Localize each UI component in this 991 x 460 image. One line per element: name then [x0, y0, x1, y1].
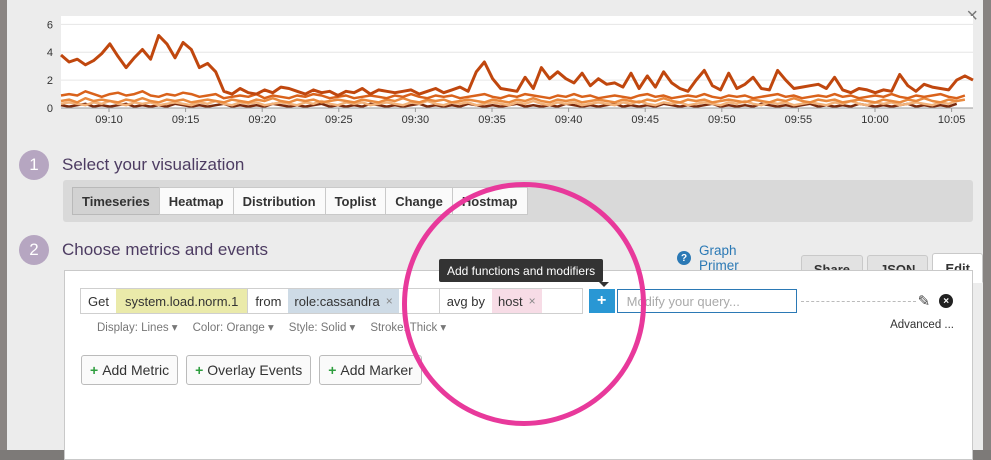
plus-icon: + [90, 362, 99, 378]
from-label: from [255, 293, 282, 309]
viz-tab-change[interactable]: Change [385, 187, 453, 215]
scope-tag-label: role:cassandra [294, 293, 380, 309]
chart-x-tick-label: 09:35 [478, 114, 506, 126]
stroke-option[interactable]: Stroke: Thick ▾ [370, 320, 446, 334]
viz-tab-distribution[interactable]: Distribution [232, 187, 326, 215]
chart-x-tick-label: 10:00 [861, 114, 889, 126]
chart-y-tick-label: 0 [47, 103, 53, 115]
viz-tab-toplist[interactable]: Toplist [324, 187, 387, 215]
color-option[interactable]: Color: Orange ▾ [193, 320, 274, 334]
chart-y-tick-label: 2 [47, 75, 53, 87]
step-1: 1 Select your visualization [19, 150, 244, 180]
overlay-events-label: Overlay Events [207, 362, 303, 378]
step-1-number: 1 [19, 150, 49, 180]
chart-x-tick-label: 10:05 [938, 114, 966, 126]
add-metric-button[interactable]: + Add Metric [81, 355, 179, 385]
tooltip: Add functions and modifiers [439, 259, 610, 287]
chart-x-tick-label: 09:40 [555, 114, 583, 126]
color-value: Orange ▾ [226, 322, 274, 334]
query-row: Get system.load.norm.1 from role:cassand… [80, 288, 954, 314]
graph-primer-link[interactable]: ? Graph Primer [677, 243, 780, 273]
pencil-icon[interactable]: ✎ [918, 292, 931, 310]
step-1-title: Select your visualization [62, 155, 245, 174]
chart-x-tick-label: 09:20 [248, 114, 276, 126]
group-tag-label: host [498, 293, 523, 309]
chart-x-tick-label: 09:50 [708, 114, 736, 126]
metric-name-chip[interactable]: system.load.norm.1 [115, 289, 248, 313]
step-2-title: Choose metrics and events [62, 240, 268, 259]
chart-y-tick-label: 4 [47, 47, 53, 59]
plus-icon: + [195, 362, 204, 378]
viz-tab-hostmap[interactable]: Hostmap [451, 187, 528, 215]
chart-x-tick-label: 09:15 [172, 114, 200, 126]
modify-query-input[interactable]: Modify your query... [616, 289, 797, 313]
scope-tag-chip[interactable]: role:cassandra × [288, 289, 399, 313]
add-function-button[interactable]: + [588, 289, 615, 313]
add-metric-label: Add Metric [102, 362, 170, 378]
add-actions: + Add Metric + Overlay Events + Add Marker [81, 355, 430, 385]
chart-x-tick-label: 09:45 [631, 114, 659, 126]
stroke-label: Stroke: [370, 322, 407, 334]
viz-tab-heatmap[interactable]: Heatmap [158, 187, 234, 215]
add-marker-button[interactable]: + Add Marker [319, 355, 422, 385]
step-2: 2 Choose metrics and events [19, 235, 268, 265]
style-value: Solid ▾ [320, 322, 356, 334]
graph-primer-label: Graph Primer [698, 243, 739, 273]
style-label: Style: [288, 322, 318, 334]
style-option[interactable]: Style: Solid ▾ [289, 320, 356, 334]
display-value: Lines ▾ [141, 322, 178, 334]
scope-box[interactable]: from role:cassandra × [248, 288, 440, 314]
viz-tab-timeseries[interactable]: Timeseries [72, 187, 160, 215]
step-2-number: 2 [19, 235, 49, 265]
graph-editor-modal: × 6 4 2 0 09:10 09:15 09:20 09:25 09:30 09:35 09:4… [7, 0, 983, 460]
chart-svg: 6 4 2 0 09:10 09:15 09:20 09:25 09:30 09:35 09:40 0… [47, 16, 974, 126]
chart-y-tick-label: 6 [47, 19, 53, 31]
help-icon: ? [677, 251, 691, 265]
advanced-link[interactable]: Advanced ... [890, 319, 954, 331]
avg-by-label: avg by [446, 293, 486, 309]
timeseries-preview-chart: 6 4 2 0 09:10 09:15 09:20 09:25 09:30 09:35 09:40 0… [25, 12, 975, 132]
aggregation-box[interactable]: avg by host × [439, 288, 583, 314]
display-option[interactable]: Display: Lines ▾ [97, 320, 178, 334]
divider [800, 300, 916, 302]
chart-x-tick-label: 09:30 [402, 114, 430, 126]
display-options: Display: Lines ▾ Color: Orange ▾ Style: … [97, 320, 461, 334]
plus-icon: + [328, 362, 337, 378]
visualization-selector: Timeseries Heatmap Distribution Toplist … [63, 180, 973, 222]
chart-x-tick-label: 09:55 [785, 114, 813, 126]
get-label: Get [88, 293, 109, 309]
color-label: Color: [192, 322, 224, 334]
delete-query-icon[interactable]: × [939, 294, 954, 308]
chart-x-tick-label: 09:25 [325, 114, 353, 126]
metrics-panel: Get system.load.norm.1 from role:cassand… [64, 270, 973, 460]
display-label: Display: [97, 322, 138, 334]
metric-query-box[interactable]: Get system.load.norm.1 [80, 288, 249, 314]
group-tag-chip[interactable]: host × [492, 289, 542, 313]
chart-x-tick-label: 09:10 [95, 114, 123, 126]
remove-scope-tag-icon[interactable]: × [386, 294, 393, 308]
overlay-events-button[interactable]: + Overlay Events [186, 355, 312, 385]
add-marker-label: Add Marker [340, 362, 413, 378]
stroke-value: Thick ▾ [409, 322, 447, 334]
remove-group-tag-icon[interactable]: × [529, 294, 536, 308]
